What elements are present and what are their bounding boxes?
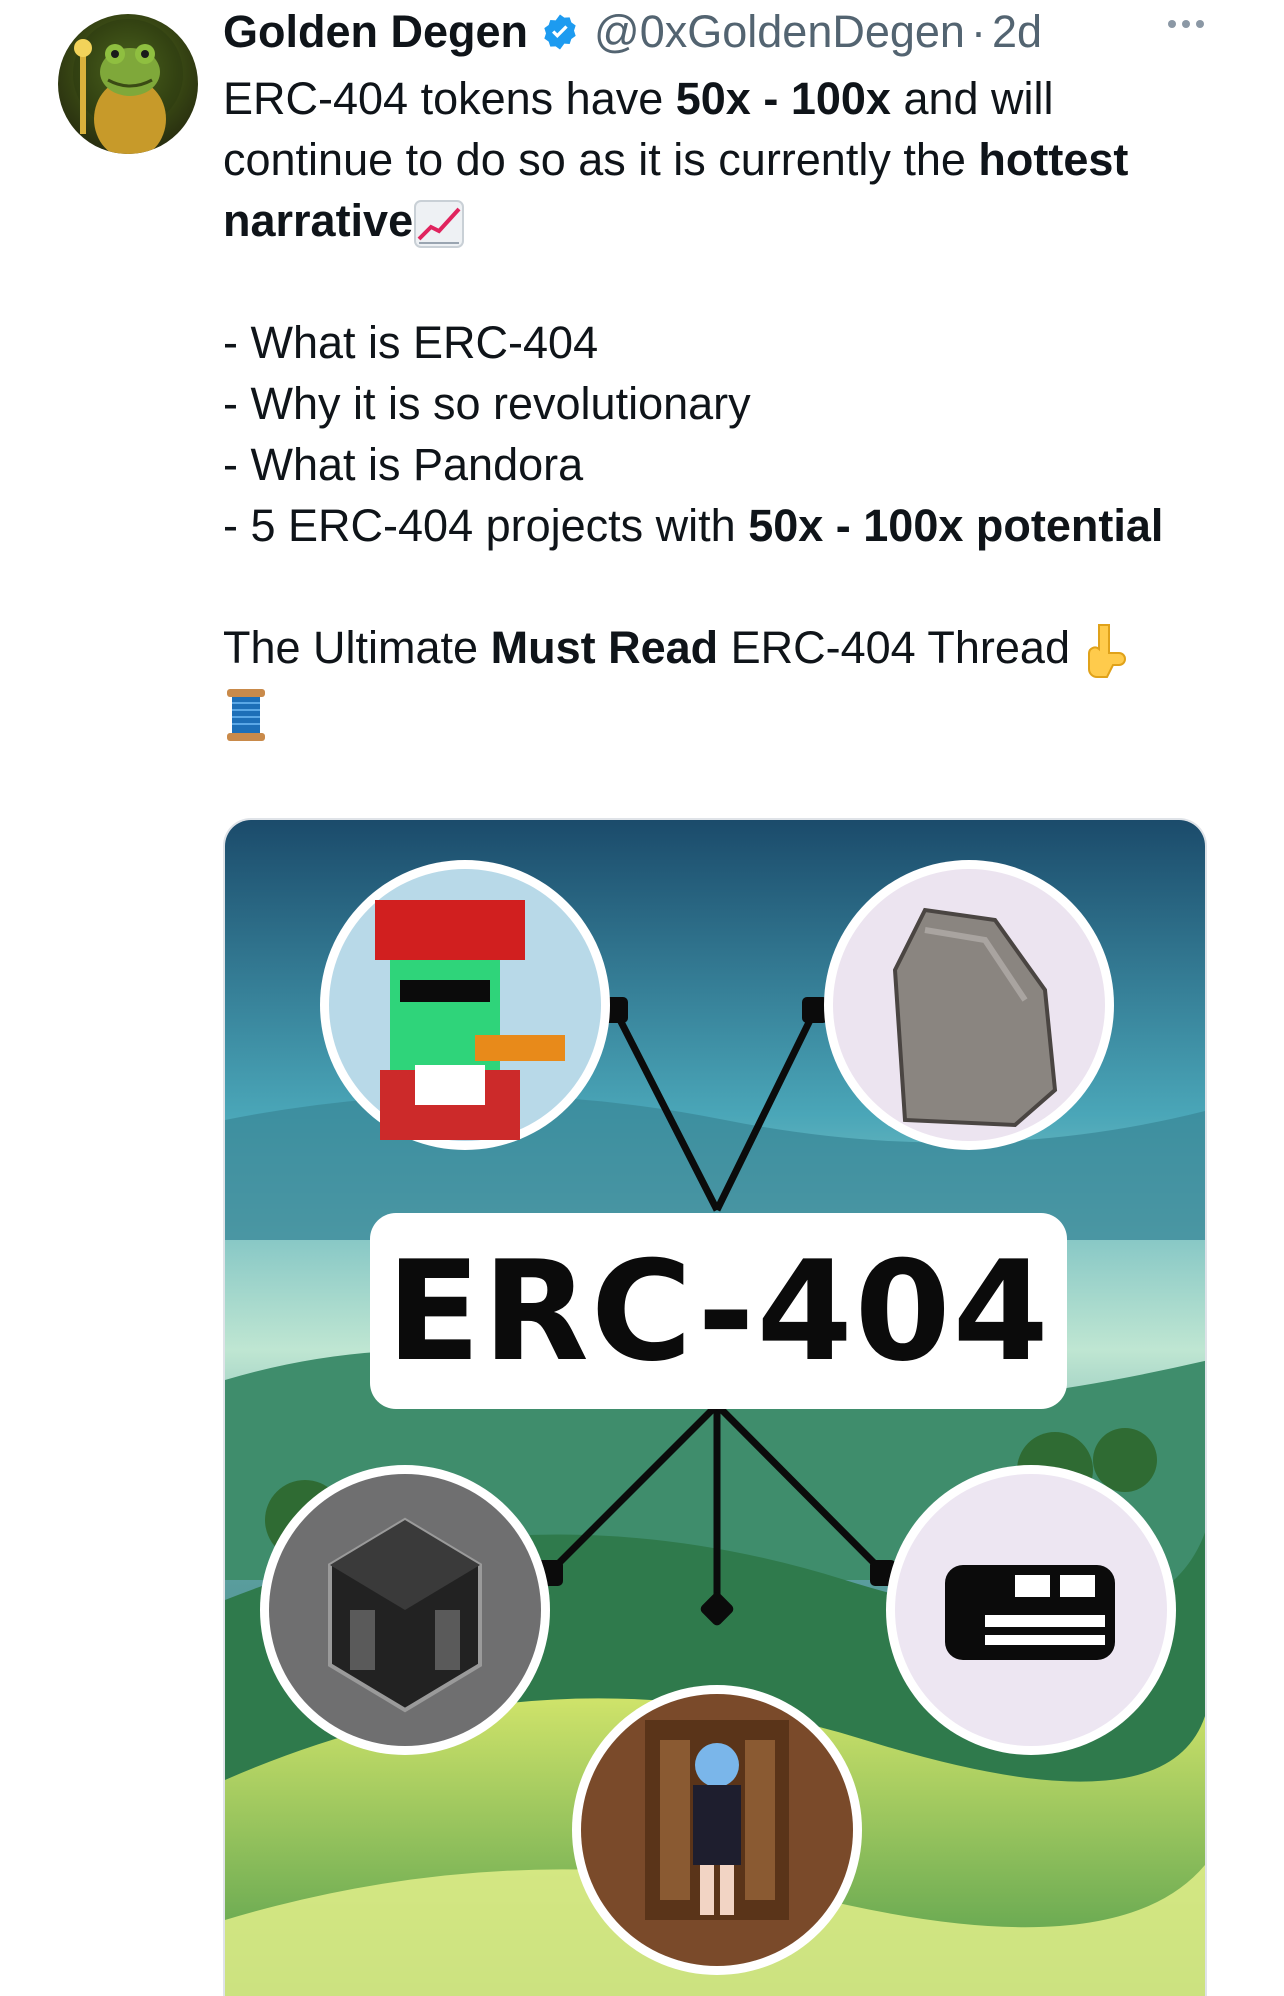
list-item-3: - What is Pandora: [223, 439, 584, 490]
frog-avatar-image: [73, 19, 183, 154]
text-span: ERC-404 Thread: [718, 622, 1070, 673]
rock-token-image: [824, 860, 1114, 1150]
erc404-label-box: ERC-404: [370, 1213, 1067, 1409]
text-span: - 5 ERC-404 projects with: [223, 500, 749, 551]
text-span: ERC-404 tokens have: [223, 73, 676, 124]
text-span-bold: 50x - 100x potential: [748, 500, 1164, 551]
author-handle[interactable]: @0xGoldenDegen: [594, 6, 965, 58]
more-icon[interactable]: [1168, 20, 1204, 28]
tweet-body: ERC-404 tokens have 50x - 100x and will …: [223, 68, 1223, 743]
list-item-4: - 5 ERC-404 projects with 50x - 100x pot…: [223, 495, 1223, 556]
author-name[interactable]: Golden Degen: [223, 6, 528, 58]
list-item-2: - Why it is so revolutionary: [223, 378, 751, 429]
cube-token-image: [260, 1465, 550, 1755]
pixel-duck-token-image: [320, 860, 610, 1150]
verified-badge-icon: [544, 14, 576, 50]
erc404-label: ERC-404: [386, 1230, 1051, 1392]
tweet-closing: The Ultimate Must Read ERC-404 Thread: [223, 617, 1223, 743]
list-item-1: - What is ERC-404: [223, 317, 599, 368]
backhand-index-pointing-down-emoji: [1087, 624, 1126, 679]
text-span-bold: Must Read: [490, 622, 719, 673]
pepe-pixel-token-image: [886, 1465, 1176, 1755]
tweet-header: Golden Degen @0xGoldenDegen · 2d: [223, 2, 1042, 62]
author-avatar[interactable]: [58, 14, 198, 154]
spool-of-thread-emoji: [227, 689, 265, 742]
text-span-bold: 50x - 100x: [675, 73, 891, 124]
anime-character-token-image: [572, 1685, 862, 1975]
tweet-timestamp[interactable]: 2d: [992, 6, 1042, 58]
tweet-media-image[interactable]: ERC-404: [223, 818, 1207, 1996]
text-span: The Ultimate: [223, 622, 491, 673]
chart-increasing-emoji: [414, 200, 465, 249]
separator-dot: ·: [970, 6, 986, 57]
tweet-intro: ERC-404 tokens have 50x - 100x and will …: [223, 68, 1223, 251]
